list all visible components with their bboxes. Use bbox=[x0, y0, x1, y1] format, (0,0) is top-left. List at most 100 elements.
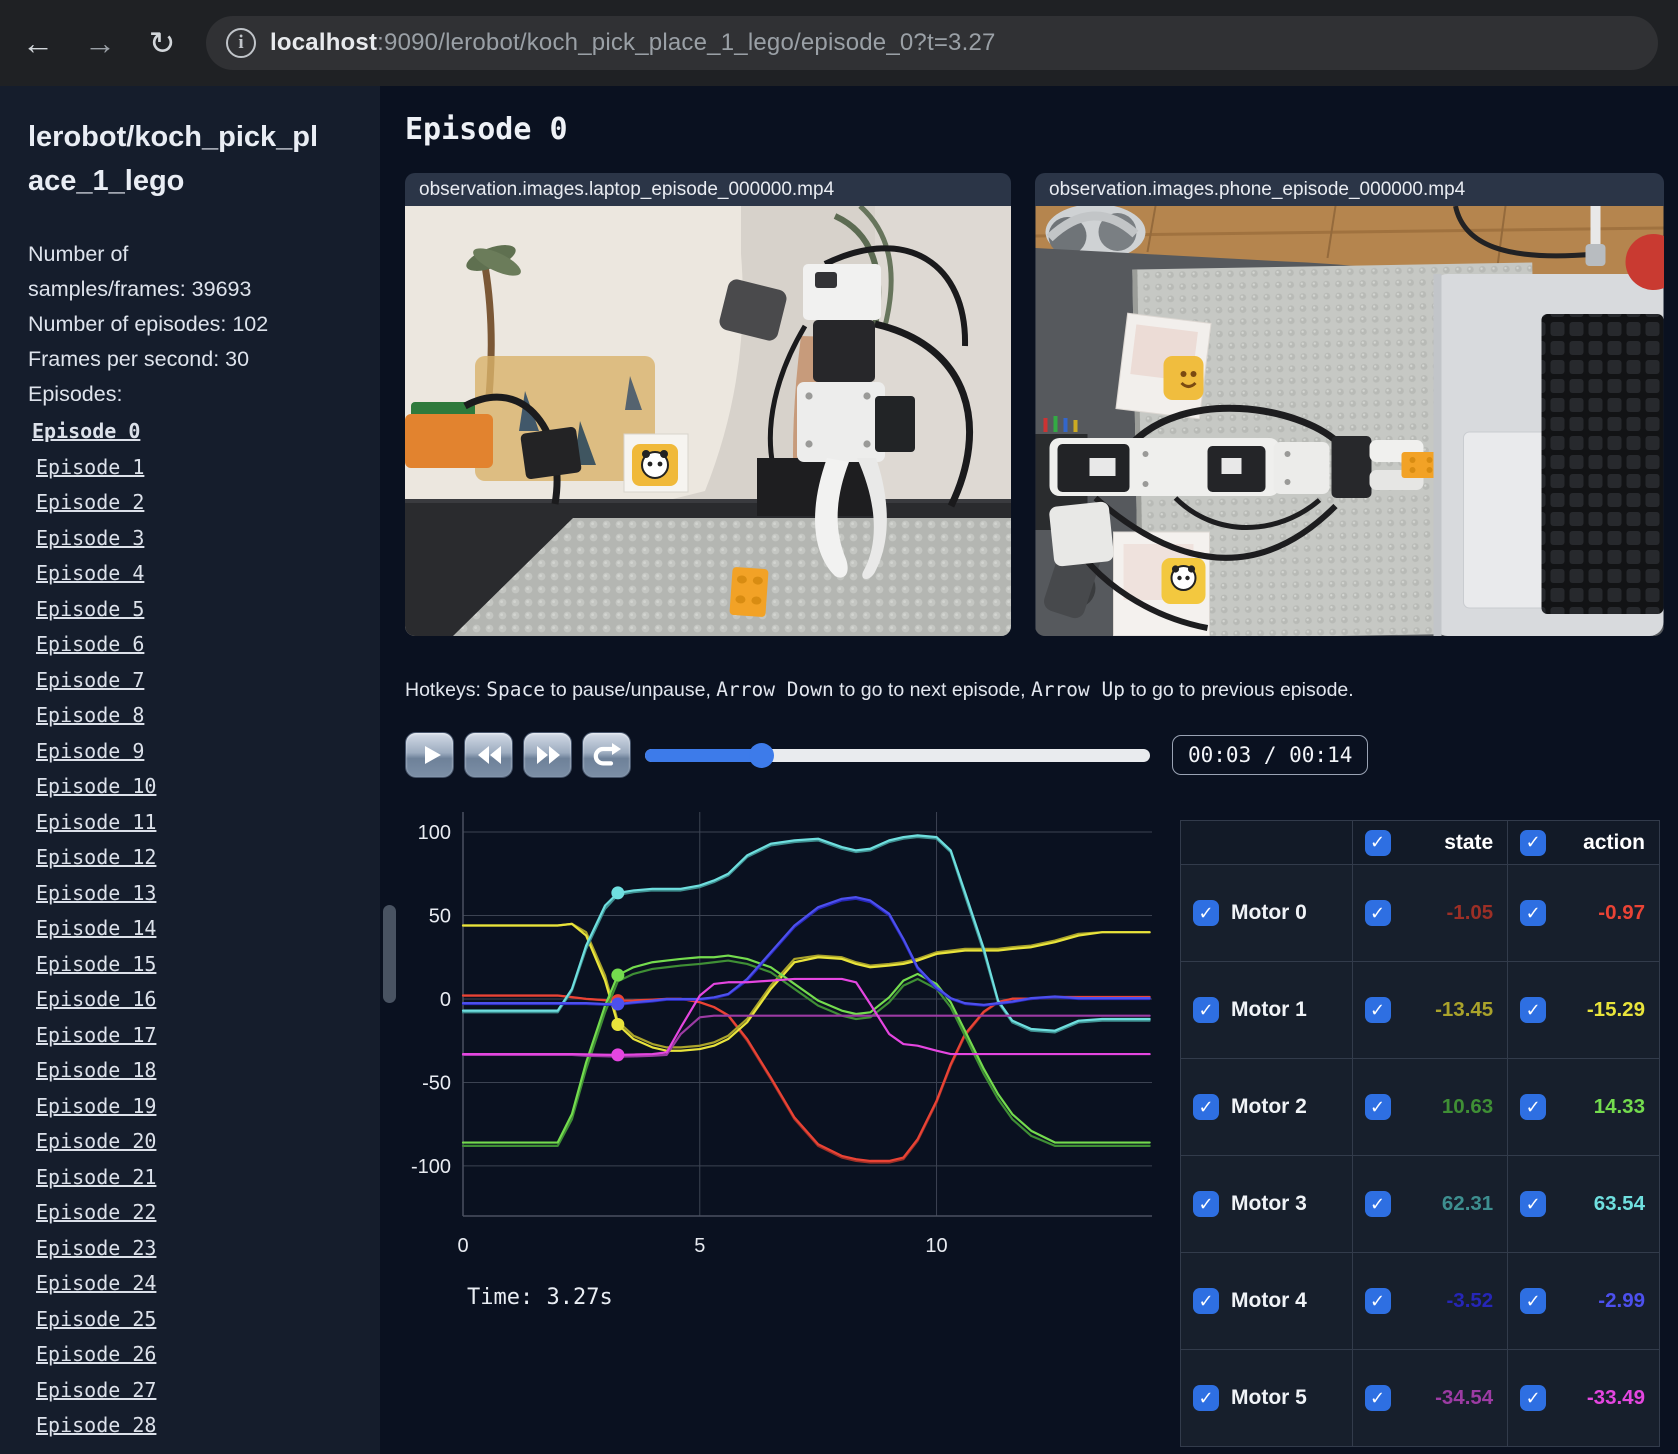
time-display: 00:03 / 00:14 bbox=[1172, 735, 1369, 775]
action-value: -0.97 bbox=[1598, 901, 1645, 924]
episode-link[interactable]: Episode 22 bbox=[28, 1195, 362, 1231]
motor-state-checkbox[interactable] bbox=[1364, 1094, 1391, 1120]
motor-state-checkbox[interactable] bbox=[1364, 900, 1391, 926]
state-column-checkbox[interactable] bbox=[1364, 829, 1391, 856]
episode-link[interactable]: Episode 27 bbox=[28, 1373, 362, 1409]
scrollbar-thumb[interactable] bbox=[383, 905, 396, 1003]
address-bar[interactable]: i localhost:9090/lerobot/koch_pick_place… bbox=[206, 16, 1658, 70]
motor-checkbox[interactable] bbox=[1193, 1094, 1219, 1120]
state-value: -1.05 bbox=[1446, 901, 1494, 924]
episode-link[interactable]: Episode 14 bbox=[28, 911, 362, 947]
episode-link[interactable]: Episode 9 bbox=[28, 734, 362, 770]
motor-checkbox[interactable] bbox=[1193, 1288, 1219, 1314]
dataset-info: Number of samples/frames: 39693 Number o… bbox=[28, 237, 280, 412]
motor-action-checkbox[interactable] bbox=[1520, 1094, 1547, 1120]
seek-thumb[interactable] bbox=[749, 742, 775, 768]
table-header-row: state action bbox=[1180, 820, 1660, 865]
forward-icon[interactable]: → bbox=[82, 25, 118, 62]
episodes-count: Number of episodes: 102 bbox=[28, 312, 269, 336]
episode-link[interactable]: Episode 0 bbox=[28, 414, 362, 450]
action-value: -2.99 bbox=[1598, 1289, 1645, 1312]
motor-label: Motor 3 bbox=[1231, 1192, 1307, 1215]
table-row: Motor 4 -3.52 -2.99 bbox=[1180, 1252, 1660, 1350]
rewind-button[interactable] bbox=[464, 732, 513, 778]
motor-action-checkbox[interactable] bbox=[1520, 1288, 1547, 1314]
episode-link[interactable]: Episode 24 bbox=[28, 1266, 362, 1302]
fast-forward-button[interactable] bbox=[523, 732, 572, 778]
episodes-label: Episodes: bbox=[28, 382, 123, 406]
motor-state-checkbox[interactable] bbox=[1364, 1288, 1391, 1314]
action-value: 63.54 bbox=[1593, 1192, 1645, 1215]
motor-label: Motor 1 bbox=[1231, 998, 1307, 1021]
motor-state-checkbox[interactable] bbox=[1364, 1191, 1391, 1217]
motor-label: Motor 4 bbox=[1231, 1289, 1307, 1312]
motor-checkbox[interactable] bbox=[1193, 997, 1219, 1023]
loop-button[interactable] bbox=[582, 732, 631, 778]
motor-state-checkbox[interactable] bbox=[1364, 997, 1391, 1023]
episode-link[interactable]: Episode 12 bbox=[28, 840, 362, 876]
episode-link[interactable]: Episode 1 bbox=[28, 450, 362, 486]
episode-link[interactable]: Episode 4 bbox=[28, 556, 362, 592]
action-column-checkbox[interactable] bbox=[1520, 829, 1547, 856]
episode-link[interactable]: Episode 25 bbox=[28, 1302, 362, 1338]
motor-checkbox[interactable] bbox=[1193, 1385, 1219, 1411]
video-panel-laptop: observation.images.laptop_episode_000000… bbox=[405, 173, 1011, 636]
table-row: Motor 2 10.63 14.33 bbox=[1180, 1058, 1660, 1156]
episode-link[interactable]: Episode 2 bbox=[28, 485, 362, 521]
bottom-row: -100 -50 0 50 100 0 5 10 Time: 3.27s state acti… bbox=[405, 804, 1678, 1447]
state-value: -3.52 bbox=[1446, 1289, 1494, 1312]
fps-info: Frames per second: 30 bbox=[28, 347, 250, 371]
url-text: localhost:9090/lerobot/koch_pick_place_1… bbox=[270, 29, 996, 56]
sidebar: lerobot/koch_pick_place_1_lego Number of… bbox=[0, 86, 380, 1454]
episode-link[interactable]: Episode 15 bbox=[28, 947, 362, 983]
episode-link[interactable]: Episode 20 bbox=[28, 1124, 362, 1160]
state-value: 62.31 bbox=[1441, 1192, 1494, 1215]
motor-action-checkbox[interactable] bbox=[1520, 997, 1547, 1023]
episode-link[interactable]: Episode 8 bbox=[28, 698, 362, 734]
reload-icon[interactable]: ↻ bbox=[144, 24, 180, 62]
episode-link[interactable]: Episode 23 bbox=[28, 1231, 362, 1267]
video-laptop[interactable] bbox=[405, 206, 1011, 636]
site-info-icon[interactable]: i bbox=[226, 28, 256, 58]
page-title: Episode 0 bbox=[405, 112, 568, 147]
back-icon[interactable]: ← bbox=[20, 25, 56, 62]
episode-link[interactable]: Episode 28 bbox=[28, 1408, 362, 1444]
motor-state-checkbox[interactable] bbox=[1364, 1385, 1391, 1411]
video-title-phone: observation.images.phone_episode_000000.… bbox=[1035, 173, 1664, 206]
episode-link[interactable]: Episode 7 bbox=[28, 663, 362, 699]
episode-link[interactable]: Episode 16 bbox=[28, 982, 362, 1018]
motor-action-checkbox[interactable] bbox=[1520, 1385, 1547, 1411]
samples-count: Number of samples/frames: 39693 bbox=[28, 242, 252, 301]
action-value: 14.33 bbox=[1593, 1095, 1645, 1118]
motor-checkbox[interactable] bbox=[1193, 900, 1219, 926]
episode-link[interactable]: Episode 21 bbox=[28, 1160, 362, 1196]
svg-text:100: 100 bbox=[418, 822, 451, 844]
table-row: Motor 0 -1.05 -0.97 bbox=[1180, 864, 1660, 962]
motor-action-checkbox[interactable] bbox=[1520, 1191, 1547, 1217]
episode-link[interactable]: Episode 6 bbox=[28, 627, 362, 663]
episode-link[interactable]: Episode 5 bbox=[28, 592, 362, 628]
video-phone[interactable] bbox=[1035, 206, 1664, 636]
motor-table: state action Motor 0 -1.05 -0.97 Motor 1… bbox=[1180, 820, 1660, 1447]
seek-fill bbox=[645, 748, 762, 762]
video-panel-phone: observation.images.phone_episode_000000.… bbox=[1035, 173, 1664, 636]
motor-checkbox[interactable] bbox=[1193, 1191, 1219, 1217]
episode-link[interactable]: Episode 19 bbox=[28, 1089, 362, 1125]
episode-link[interactable]: Episode 26 bbox=[28, 1337, 362, 1373]
episode-link[interactable]: Episode 18 bbox=[28, 1053, 362, 1089]
main-content: Episode 0 observation.images.laptop_epis… bbox=[380, 86, 1678, 1454]
episode-link[interactable]: Episode 10 bbox=[28, 769, 362, 805]
svg-text:10: 10 bbox=[925, 1235, 947, 1257]
table-row: Motor 1 -13.45 -15.29 bbox=[1180, 961, 1660, 1059]
chart-time-caption: Time: 3.27s bbox=[467, 1285, 613, 1310]
svg-text:5: 5 bbox=[694, 1235, 705, 1257]
episode-link[interactable]: Episode 11 bbox=[28, 805, 362, 841]
motor-action-checkbox[interactable] bbox=[1520, 900, 1547, 926]
svg-text:50: 50 bbox=[429, 906, 451, 928]
seek-slider[interactable] bbox=[645, 742, 1150, 768]
episode-link[interactable]: Episode 17 bbox=[28, 1018, 362, 1054]
episode-link[interactable]: Episode 3 bbox=[28, 521, 362, 557]
svg-text:-50: -50 bbox=[422, 1072, 451, 1094]
play-button[interactable] bbox=[405, 732, 454, 778]
episode-link[interactable]: Episode 13 bbox=[28, 876, 362, 912]
